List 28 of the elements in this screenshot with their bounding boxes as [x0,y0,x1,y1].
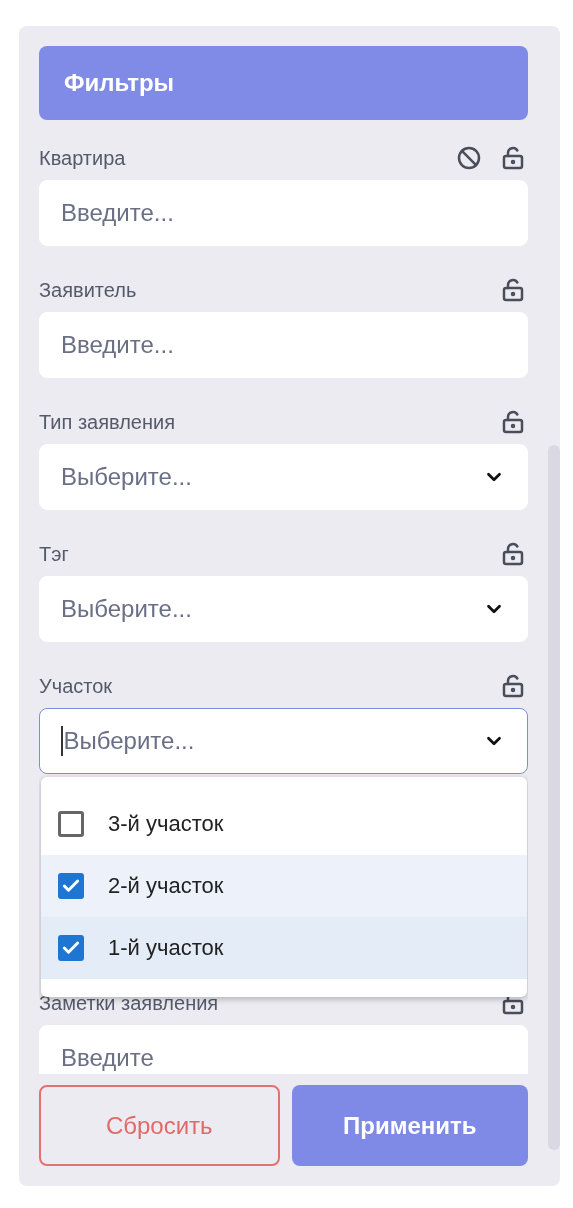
unlock-icon[interactable] [501,674,525,698]
dropdown-option[interactable]: 1-й участок [41,917,527,979]
scrollbar-thumb[interactable] [548,445,560,1150]
dropdown-option[interactable]: 2-й участок [41,855,527,917]
block-icon[interactable] [457,146,481,170]
field-label: Тип заявления [39,410,176,434]
reset-button[interactable]: Сбросить [39,1085,280,1166]
field-label: Заявитель [39,278,137,302]
select-field[interactable]: Выберите... [39,576,528,642]
select-field[interactable]: Выберите... [39,444,528,510]
field-label: Квартира [39,146,126,170]
input-field[interactable]: Введите... [39,312,528,378]
input-field[interactable]: Введите... [39,180,528,246]
checkbox[interactable] [58,811,84,837]
panel-title: Фильтры [39,46,528,120]
input-field[interactable]: Введите [39,1025,528,1074]
field-label: Участок [39,674,113,698]
unlock-icon[interactable] [501,146,525,170]
field-label: Заметки заявления [39,991,219,1015]
checkbox[interactable] [58,873,84,899]
unlock-icon[interactable] [501,278,525,302]
unlock-icon[interactable] [501,410,525,434]
checkbox[interactable] [58,935,84,961]
field-label: Тэг [39,542,69,566]
apply-button[interactable]: Применить [291,1085,528,1166]
unlock-icon[interactable] [501,542,525,566]
select-field[interactable]: Выберите... [39,708,528,774]
dropdown-option[interactable]: 3-й участок [41,793,527,855]
